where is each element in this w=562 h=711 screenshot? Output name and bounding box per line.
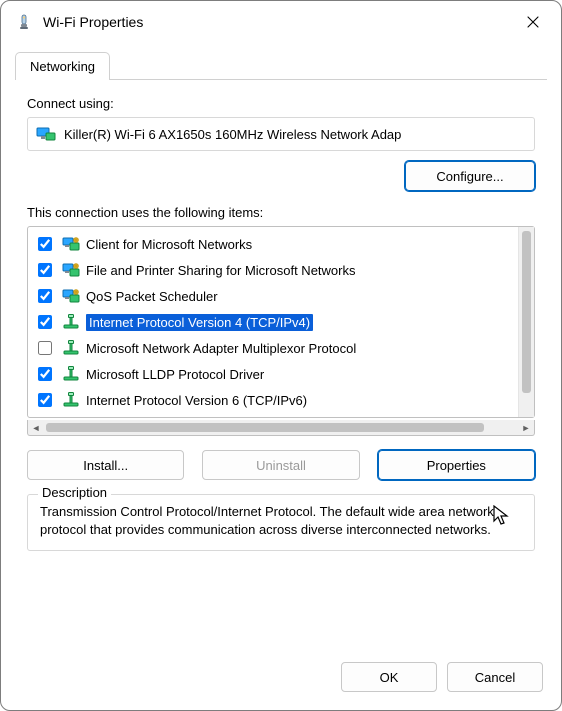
item-checkbox[interactable] (38, 315, 52, 329)
description-group: Description Transmission Control Protoco… (27, 494, 535, 551)
item-label: Internet Protocol Version 6 (TCP/IPv6) (86, 393, 307, 408)
item-checkbox[interactable] (38, 263, 52, 277)
adapter-field[interactable]: Killer(R) Wi-Fi 6 AX1650s 160MHz Wireles… (27, 117, 535, 151)
item-checkbox[interactable] (38, 341, 52, 355)
titlebar: Wi-Fi Properties (1, 1, 561, 43)
items-label: This connection uses the following items… (27, 205, 535, 220)
window-icon (15, 13, 33, 31)
service-icon (62, 287, 80, 305)
list-item[interactable]: File and Printer Sharing for Microsoft N… (28, 257, 518, 283)
scroll-left-arrow-icon[interactable]: ◄ (28, 420, 44, 435)
list-item[interactable]: QoS Packet Scheduler (28, 283, 518, 309)
properties-button[interactable]: Properties (378, 450, 535, 480)
ok-button[interactable]: OK (341, 662, 437, 692)
item-checkbox[interactable] (38, 237, 52, 251)
proto-icon (62, 313, 80, 331)
item-label: Microsoft Network Adapter Multiplexor Pr… (86, 341, 356, 356)
wifi-properties-window: Wi-Fi Properties Networking Connect usin… (0, 0, 562, 711)
adapter-name: Killer(R) Wi-Fi 6 AX1650s 160MHz Wireles… (64, 127, 401, 142)
description-legend: Description (38, 485, 111, 500)
cancel-button[interactable]: Cancel (447, 662, 543, 692)
scrollbar-thumb[interactable] (522, 231, 531, 393)
items-listbox[interactable]: Client for Microsoft Networks File and Pr… (27, 226, 535, 418)
description-text: Transmission Control Protocol/Internet P… (40, 503, 522, 538)
close-icon (527, 16, 539, 28)
item-label: QoS Packet Scheduler (86, 289, 218, 304)
configure-button[interactable]: Configure... (405, 161, 535, 191)
item-checkbox[interactable] (38, 367, 52, 381)
list-item[interactable]: Microsoft LLDP Protocol Driver (28, 361, 518, 387)
item-checkbox[interactable] (38, 393, 52, 407)
proto-icon (62, 391, 80, 409)
list-item[interactable]: Internet Protocol Version 4 (TCP/IPv4) (28, 309, 518, 335)
hscrollbar-thumb[interactable] (46, 423, 484, 432)
client-icon (62, 235, 80, 253)
list-item[interactable]: Microsoft Network Adapter Multiplexor Pr… (28, 335, 518, 361)
window-title: Wi-Fi Properties (43, 14, 511, 30)
connect-using-label: Connect using: (27, 96, 535, 111)
item-checkbox[interactable] (38, 289, 52, 303)
network-adapter-icon (36, 125, 56, 143)
scroll-right-arrow-icon[interactable]: ► (518, 420, 534, 435)
proto-icon (62, 339, 80, 357)
proto-icon (62, 365, 80, 383)
install-button[interactable]: Install... (27, 450, 184, 480)
tabstrip: Networking (15, 51, 547, 80)
vertical-scrollbar[interactable] (518, 227, 534, 417)
dialog-buttons: OK Cancel (1, 648, 561, 710)
item-label: Client for Microsoft Networks (86, 237, 252, 252)
item-buttons-row: Install... Uninstall Properties (27, 450, 535, 480)
list-item[interactable]: Client for Microsoft Networks (28, 231, 518, 257)
tab-networking[interactable]: Networking (15, 52, 110, 80)
service-icon (62, 261, 80, 279)
uninstall-button: Uninstall (202, 450, 359, 480)
item-label: Internet Protocol Version 4 (TCP/IPv4) (89, 315, 310, 330)
list-item[interactable]: Internet Protocol Version 6 (TCP/IPv6) (28, 387, 518, 413)
item-label: Microsoft LLDP Protocol Driver (86, 367, 264, 382)
horizontal-scrollbar[interactable]: ◄ ► (27, 420, 535, 436)
tab-content: Connect using: Killer(R) Wi-Fi 6 AX1650s… (1, 80, 561, 648)
close-button[interactable] (511, 7, 555, 37)
item-label: File and Printer Sharing for Microsoft N… (86, 263, 355, 278)
